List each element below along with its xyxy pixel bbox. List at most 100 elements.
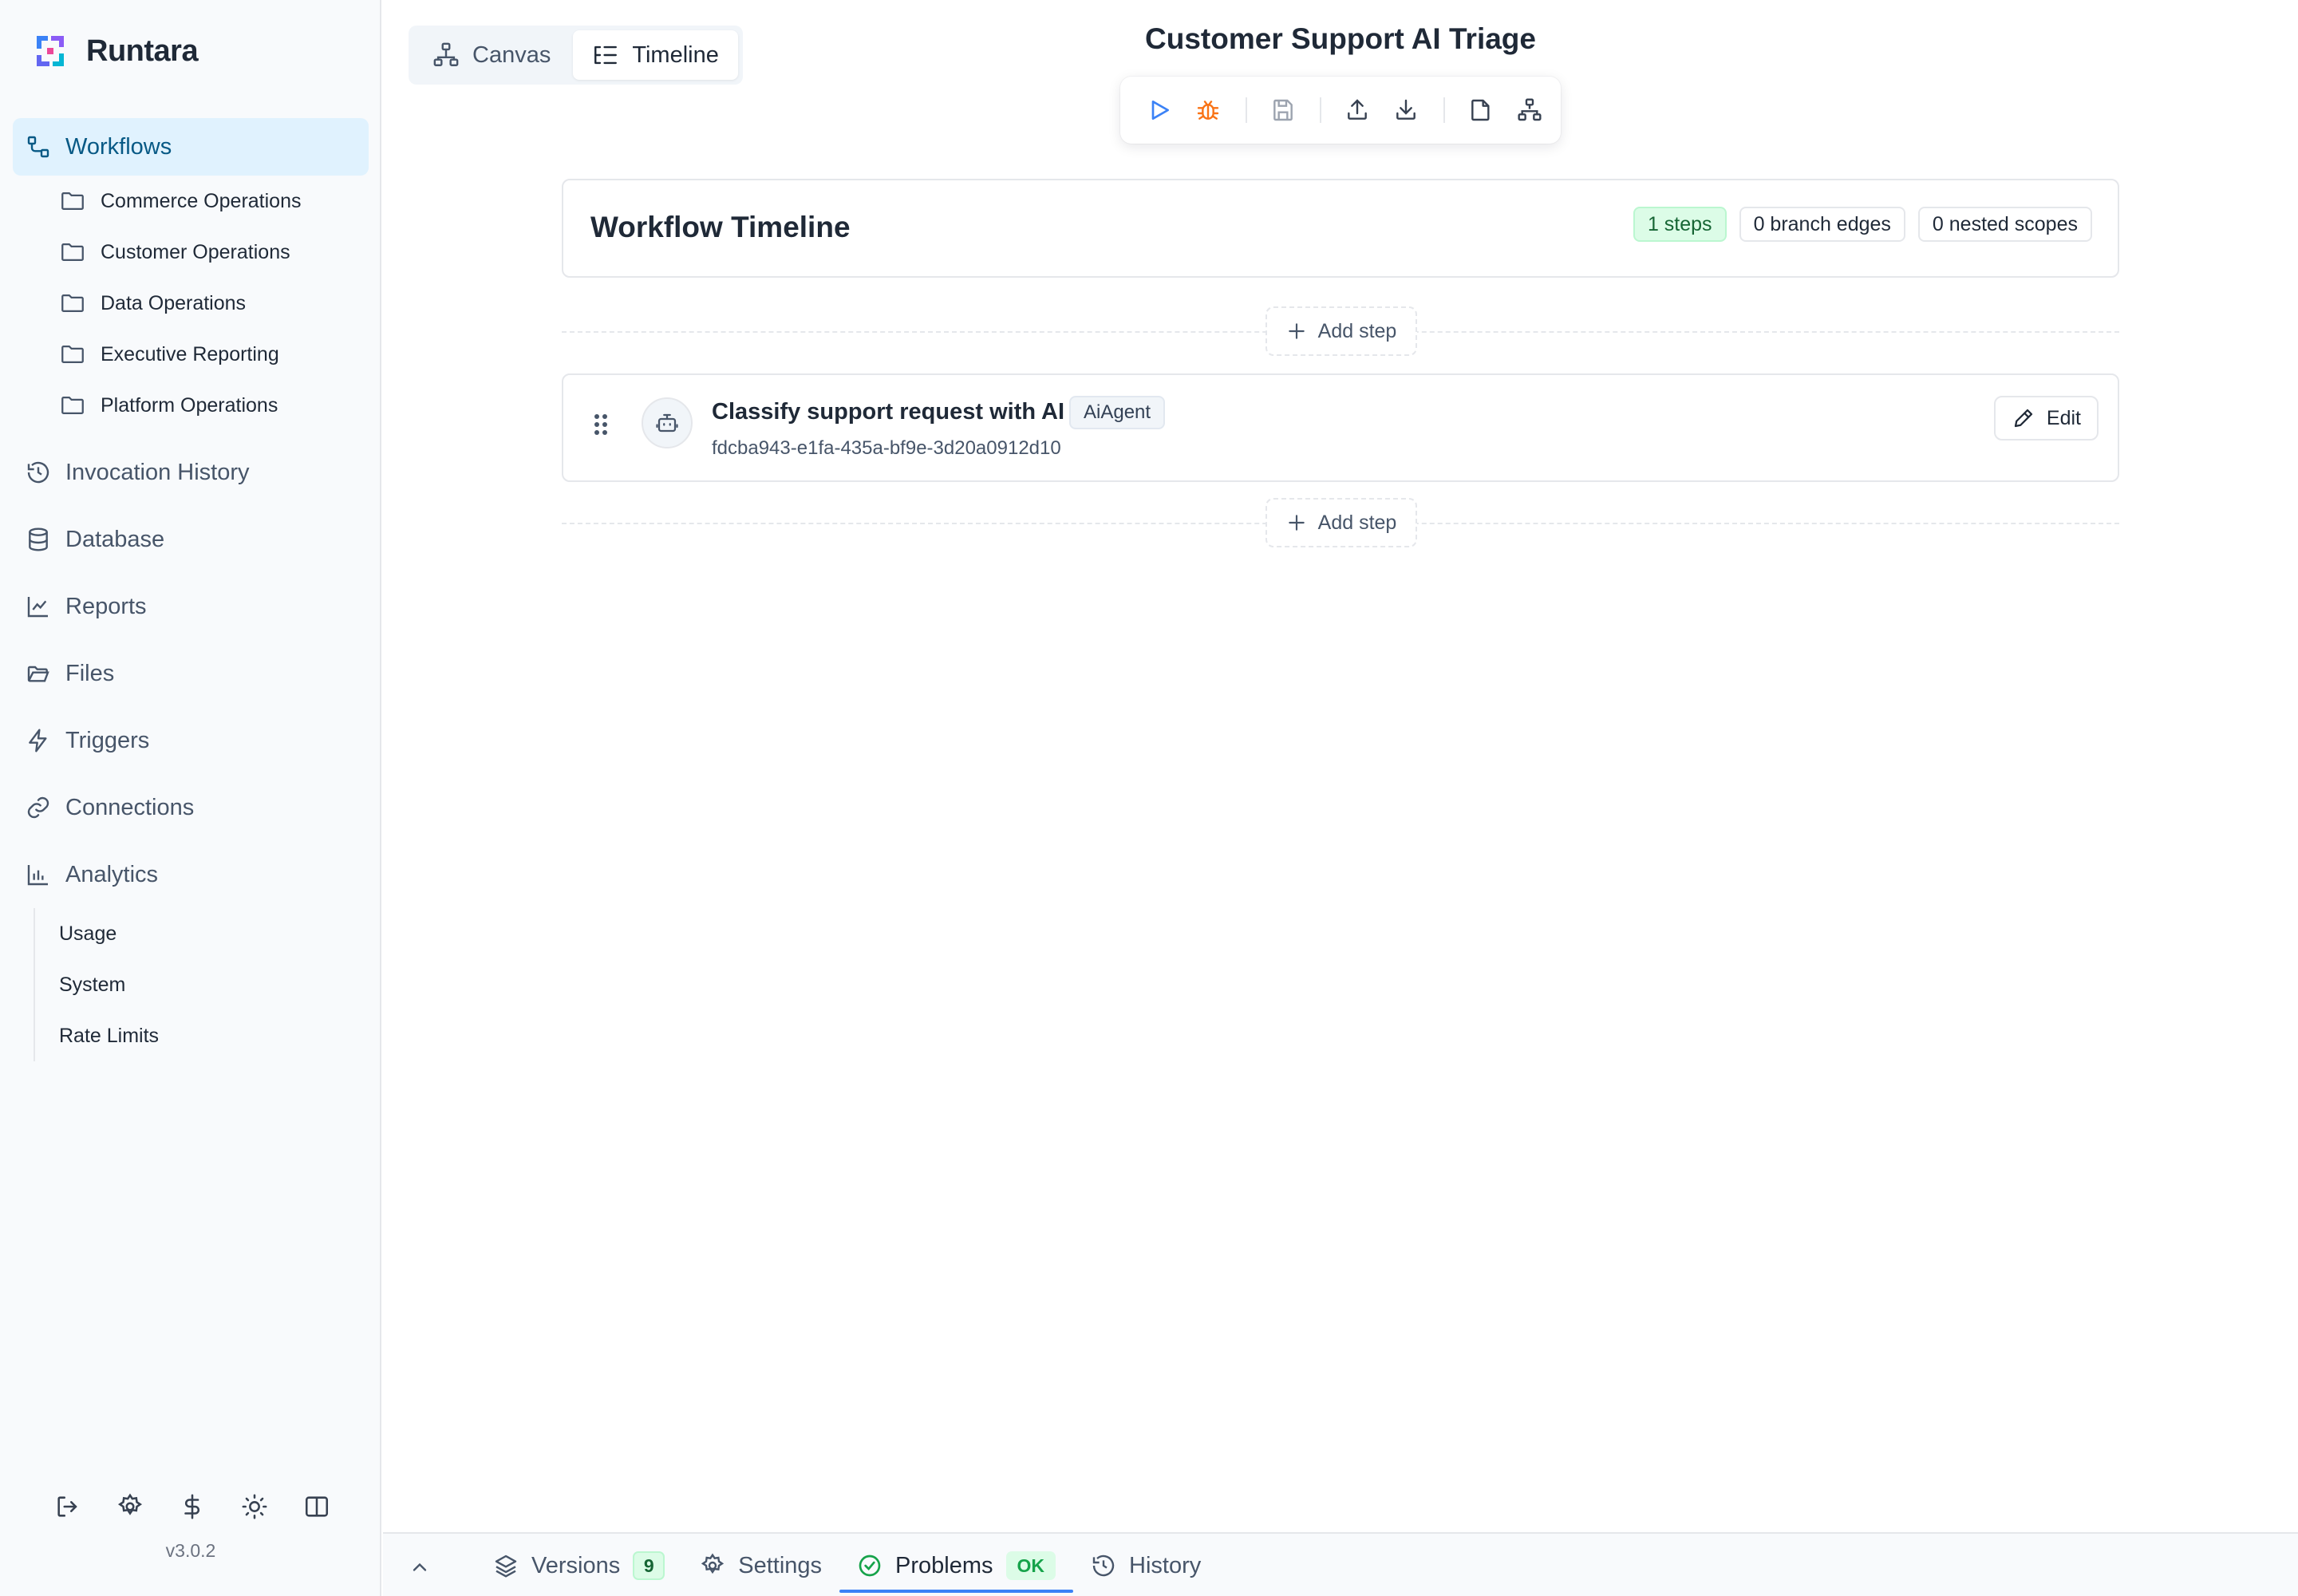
line-chart-icon <box>26 594 51 619</box>
analytics-item-label: Usage <box>59 922 117 945</box>
logout-icon[interactable] <box>49 1487 87 1526</box>
sidebar-item-database[interactable]: Database <box>13 506 369 573</box>
lightning-icon <box>26 728 51 753</box>
sidebar-item-connections[interactable]: Connections <box>13 774 369 841</box>
tab-label: Versions <box>531 1552 621 1578</box>
save-icon[interactable] <box>1265 91 1301 129</box>
canvas-icon <box>432 41 460 69</box>
tab-label: Problems <box>895 1552 993 1578</box>
toolbar-divider <box>1245 97 1247 123</box>
step-type-badge: AiAgent <box>1069 396 1166 429</box>
folder-label: Platform Operations <box>101 393 278 417</box>
nested-scopes-badge: 0 nested scopes <box>1917 207 2092 242</box>
folder-executive-reporting[interactable]: Executive Reporting <box>59 329 369 380</box>
layers-icon <box>493 1553 519 1578</box>
folder-data-operations[interactable]: Data Operations <box>59 278 369 329</box>
analytics-item-rate-limits[interactable]: Rate Limits <box>59 1010 369 1061</box>
app-name: Runtara <box>86 34 199 68</box>
check-circle-icon <box>857 1553 882 1578</box>
tab-label: Timeline <box>632 41 719 68</box>
bottom-panel-bar: Versions 9 Settings Problems OK History <box>383 1532 2298 1596</box>
workflow-toolbar <box>1120 77 1561 144</box>
tab-settings[interactable]: Settings <box>682 1534 839 1596</box>
sidebar-toggle-icon[interactable] <box>298 1487 336 1526</box>
drag-handle-icon[interactable] <box>592 412 610 437</box>
folder-label: Commerce Operations <box>101 189 302 212</box>
sidebar-item-label: Reports <box>65 593 147 619</box>
tab-canvas[interactable]: Canvas <box>413 30 570 80</box>
view-switch: Canvas Timeline <box>409 26 743 85</box>
timeline-header: Workflow Timeline 1 steps 0 branch edges… <box>562 179 2119 278</box>
folder-icon <box>59 392 86 419</box>
chevron-up-icon[interactable] <box>404 1551 436 1583</box>
sidebar-item-invocation-history[interactable]: Invocation History <box>13 439 369 506</box>
sidebar-item-label: Triggers <box>65 727 150 753</box>
folder-label: Customer Operations <box>101 240 290 263</box>
folder-platform-operations[interactable]: Platform Operations <box>59 380 369 431</box>
sidebar-item-label: Invocation History <box>65 459 250 485</box>
folder-customer-operations[interactable]: Customer Operations <box>59 227 369 278</box>
sun-icon[interactable] <box>235 1487 274 1526</box>
analytics-sub-list: Usage System Rate Limits <box>34 908 369 1061</box>
edit-label: Edit <box>2046 406 2081 429</box>
sidebar-item-reports[interactable]: Reports <box>13 573 369 640</box>
sidebar: Runtara Workflows Commerce Operations Cu… <box>0 0 381 1596</box>
sidebar-item-analytics[interactable]: Analytics <box>13 841 369 908</box>
download-icon[interactable] <box>1388 91 1424 129</box>
gear-icon[interactable] <box>111 1487 149 1526</box>
timeline-step[interactable]: Classify support request with AI AiAgent… <box>562 373 2119 482</box>
runtara-logo-icon <box>32 33 69 69</box>
analytics-item-usage[interactable]: Usage <box>59 908 369 959</box>
add-step-row: Add step <box>562 498 2119 547</box>
tab-timeline[interactable]: Timeline <box>573 30 738 80</box>
sidebar-item-label: Analytics <box>65 861 159 887</box>
sidebar-item-label: Database <box>65 526 165 552</box>
upload-icon[interactable] <box>1339 91 1375 129</box>
folder-icon <box>59 239 86 266</box>
dollar-icon[interactable] <box>173 1487 211 1526</box>
toolbar-divider <box>1320 97 1322 123</box>
folder-icon <box>59 290 86 317</box>
timeline-icon <box>592 41 619 69</box>
plus-icon <box>1286 321 1307 342</box>
folder-icon <box>59 341 86 368</box>
analytics-item-system[interactable]: System <box>59 959 369 1010</box>
add-step-label: Add step <box>1317 319 1397 342</box>
analytics-item-label: System <box>59 973 126 996</box>
add-step-button[interactable]: Add step <box>1265 306 1417 356</box>
add-step-row: Add step <box>562 306 2119 356</box>
tab-label: History <box>1129 1552 1202 1578</box>
history-icon <box>1091 1553 1116 1578</box>
folder-commerce-operations[interactable]: Commerce Operations <box>59 176 369 227</box>
folder-label: Executive Reporting <box>101 342 279 365</box>
folder-label: Data Operations <box>101 291 247 314</box>
toolbar-divider <box>1443 97 1446 123</box>
tab-label: Settings <box>738 1552 823 1578</box>
folder-icon <box>59 188 86 215</box>
step-title: Classify support request with AI <box>712 399 1065 425</box>
tab-versions[interactable]: Versions 9 <box>476 1534 682 1596</box>
problems-status-badge: OK <box>1005 1551 1056 1580</box>
edit-step-button[interactable]: Edit <box>1993 396 2099 440</box>
tab-history[interactable]: History <box>1073 1534 1218 1596</box>
page-title: Customer Support AI Triage <box>1145 22 1536 55</box>
debug-icon[interactable] <box>1190 91 1226 129</box>
plus-icon <box>1286 512 1307 533</box>
sidebar-item-workflows[interactable]: Workflows <box>13 118 369 176</box>
add-step-button[interactable]: Add step <box>1265 498 1417 547</box>
timeline-title: Workflow Timeline <box>590 211 851 243</box>
sidebar-item-label: Workflows <box>65 133 172 160</box>
steps-badge: 1 steps <box>1633 207 1727 242</box>
history-icon <box>26 460 51 485</box>
folder-open-icon <box>26 661 51 686</box>
gear-icon <box>700 1553 725 1578</box>
hierarchy-icon[interactable] <box>1511 91 1547 129</box>
sidebar-item-triggers[interactable]: Triggers <box>13 707 369 774</box>
sidebar-item-files[interactable]: Files <box>13 640 369 707</box>
document-icon[interactable] <box>1463 91 1498 129</box>
tab-problems[interactable]: Problems OK <box>839 1534 1074 1596</box>
sidebar-item-label: Files <box>65 660 115 686</box>
run-icon[interactable] <box>1141 91 1177 129</box>
brand[interactable]: Runtara <box>32 30 199 72</box>
bar-chart-icon <box>26 862 51 887</box>
